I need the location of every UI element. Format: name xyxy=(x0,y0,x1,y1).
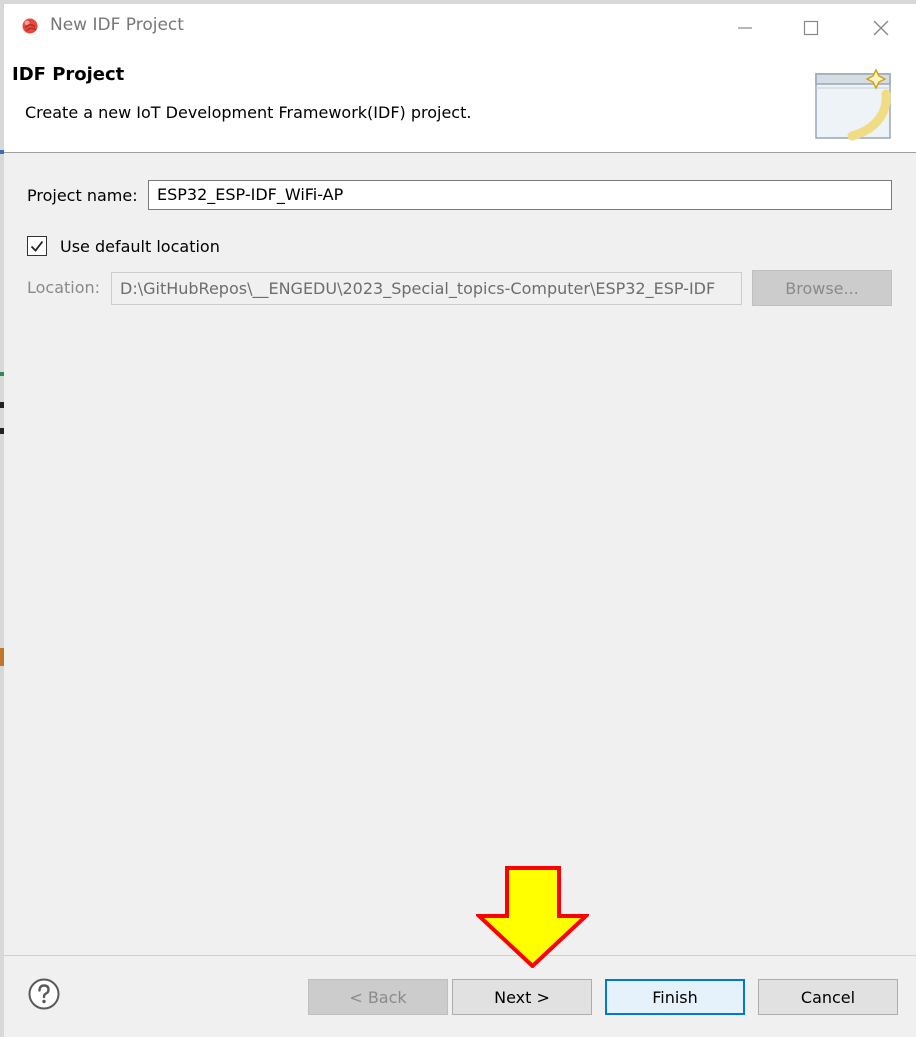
project-name-label: Project name: xyxy=(27,186,138,205)
location-label: Location: xyxy=(27,278,101,297)
minimize-icon xyxy=(738,27,752,29)
page-description: Create a new IoT Development Framework(I… xyxy=(25,103,472,122)
maximize-button[interactable] xyxy=(778,8,844,48)
espressif-logo-icon xyxy=(22,18,38,34)
location-input: D:\GitHubRepos\__ENGEDU\2023_Special_top… xyxy=(111,272,742,305)
new-idf-project-dialog: New IDF Project IDF Project Create a new… xyxy=(0,0,916,1037)
project-name-input[interactable]: ESP32_ESP-IDF_WiFi-AP xyxy=(148,180,892,210)
back-button: < Back xyxy=(308,979,448,1015)
cancel-button[interactable]: Cancel xyxy=(758,979,898,1015)
page-title: IDF Project xyxy=(12,64,125,85)
minimize-button[interactable] xyxy=(712,8,778,48)
window-title: New IDF Project xyxy=(50,15,184,35)
title-bar: New IDF Project xyxy=(4,4,916,48)
background-editor-edge xyxy=(0,0,4,1037)
browse-button: Browse... xyxy=(752,270,892,306)
use-default-location-checkbox[interactable] xyxy=(27,236,47,256)
finish-button[interactable]: Finish xyxy=(605,979,745,1015)
next-button[interactable]: Next > xyxy=(452,979,592,1015)
checkmark-icon xyxy=(30,240,44,252)
down-arrow-annotation xyxy=(476,866,589,968)
new-project-wizard-icon xyxy=(815,68,891,141)
maximize-icon xyxy=(803,20,819,36)
footer-separator xyxy=(4,955,916,956)
close-icon xyxy=(873,20,889,36)
help-icon[interactable] xyxy=(28,978,60,1010)
wizard-header: IDF Project Create a new IoT Development… xyxy=(4,48,916,153)
use-default-location-label[interactable]: Use default location xyxy=(60,237,220,256)
close-button[interactable] xyxy=(848,8,914,48)
